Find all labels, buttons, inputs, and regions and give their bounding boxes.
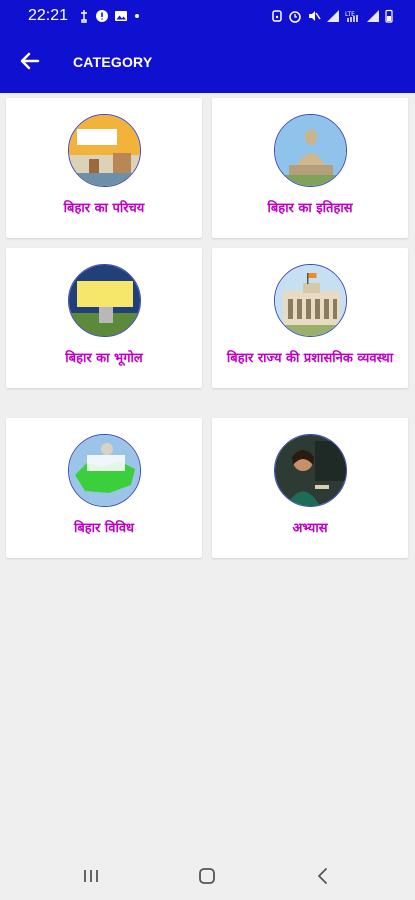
recents-icon[interactable] bbox=[79, 864, 103, 888]
category-label: बिहार का इतिहास bbox=[267, 201, 353, 216]
signal-icon bbox=[367, 10, 379, 22]
category-label: बिहार विविध bbox=[73, 521, 135, 536]
category-card-bihar-geography[interactable]: बिहार का भूगोल bbox=[6, 248, 202, 388]
battery-icon bbox=[385, 9, 393, 23]
category-card-bihar-vividh[interactable]: बिहार विविध bbox=[6, 418, 202, 558]
status-time: 22:21 bbox=[28, 7, 69, 24]
bihar-map-vividh-thumb bbox=[68, 434, 141, 507]
lock-icon bbox=[289, 11, 301, 23]
administration-building-thumb bbox=[274, 264, 347, 337]
usb-icon bbox=[81, 10, 87, 23]
buddha-statue-thumb bbox=[274, 114, 347, 187]
home-icon[interactable] bbox=[195, 864, 219, 888]
mute-icon bbox=[309, 11, 321, 21]
arrow-left-icon[interactable] bbox=[18, 49, 42, 73]
dot-icon bbox=[135, 14, 139, 18]
category-label: बिहार राज्य की प्रशासनिक व्यवस्था bbox=[226, 351, 394, 366]
category-card-abhyas[interactable]: अभ्यास bbox=[212, 418, 408, 558]
bihar-geography-thumb bbox=[68, 264, 141, 337]
page-title: CATEGORY bbox=[73, 54, 153, 70]
signal-icon bbox=[327, 10, 339, 22]
category-card-bihar-administration[interactable]: बिहार राज्य की प्रशासनिक व्यवस्था bbox=[212, 248, 408, 388]
category-card-bihar-intro[interactable]: बिहार का परिचय bbox=[6, 98, 202, 238]
category-label: बिहार का भूगोल bbox=[65, 351, 143, 366]
lte-icon: LTE bbox=[345, 11, 358, 22]
system-nav-bar bbox=[0, 852, 415, 900]
back-icon[interactable] bbox=[311, 864, 335, 888]
category-label: अभ्यास bbox=[292, 521, 328, 536]
category-card-bihar-history[interactable]: बिहार का इतिहास bbox=[212, 98, 408, 238]
bihar-intro-thumb bbox=[68, 114, 141, 187]
status-bar: 22:21 LTE bbox=[0, 0, 415, 33]
image-icon bbox=[115, 11, 127, 21]
alert-icon bbox=[96, 10, 108, 22]
app-bar: CATEGORY bbox=[0, 33, 415, 93]
category-label: बिहार का परिचय bbox=[63, 201, 145, 216]
alarm-icon bbox=[272, 10, 282, 22]
teacher-thumb bbox=[274, 434, 347, 507]
